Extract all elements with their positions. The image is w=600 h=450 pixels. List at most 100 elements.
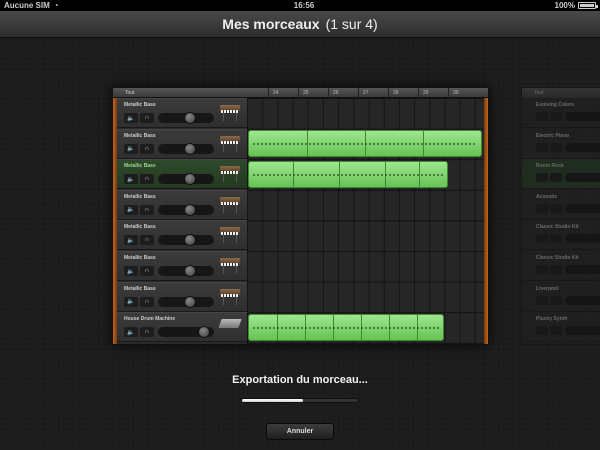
track-name: Classic Studio Kit [536,224,579,231]
track-header[interactable]: Metallic Bass 🔈 ∩ [117,251,247,281]
track-name: Plucky Synth [536,316,568,323]
track-header[interactable]: Metallic Bass 🔈 ∩ [117,159,247,190]
mute-button [536,112,548,121]
song-card[interactable]: Tout 24 25 26 27 28 29 30 Metallic Bass 🔈… [112,87,489,345]
export-progress-bar [241,398,359,403]
solo-headphones-button [550,326,562,336]
solo-headphones-button[interactable]: ∩ [140,113,154,123]
track-header[interactable]: Metallic Bass 🔈 ∩ [117,98,247,128]
solo-headphones-button[interactable]: ∩ [140,296,154,307]
track-name: Metallic Bass [124,132,156,139]
track-header: Evolving Colors [522,98,600,128]
track-name: Metallic Bass [124,193,156,200]
track-header: Roots Rock [522,159,600,190]
track-header: Electric Piano [522,129,600,159]
mute-button [536,234,548,244]
export-progress-fill [242,399,304,402]
keyboard-icon [220,166,240,183]
solo-headphones-button[interactable]: ∩ [140,143,154,154]
mute-button [536,203,548,213]
solo-headphones-button[interactable]: ∩ [140,266,154,276]
volume-knob[interactable] [184,173,196,186]
card-header: Tout 24 25 26 27 28 29 30 [113,88,488,98]
drum-region[interactable] [248,314,444,341]
solo-headphones-button[interactable]: ∩ [140,174,154,185]
track-header: Liverpool [522,282,600,312]
track-name: Metallic Bass [124,102,156,108]
volume-slider [565,234,600,244]
track-header: Classic Studio Kit [522,251,600,281]
track-name: Evolving Colors [536,102,575,108]
volume-knob[interactable] [184,234,196,247]
volume-slider [565,173,600,183]
volume-knob[interactable] [198,326,210,339]
solo-headphones-button[interactable]: ∩ [140,204,154,215]
audio-region[interactable] [248,130,482,157]
mute-button [536,326,548,336]
track-name: Metallic Bass [124,255,156,261]
audio-region[interactable] [248,161,448,188]
volume-slider [565,326,600,336]
keyboard-icon [220,135,240,152]
mute-button[interactable]: 🔈 [124,143,138,154]
volume-slider[interactable] [158,203,214,216]
bar-number: 24 [268,88,279,98]
timeline-grid[interactable] [247,98,484,344]
track-name: Roots Rock [536,163,564,170]
keyboard-icon [220,258,240,274]
volume-slider[interactable] [158,295,214,308]
mute-button[interactable]: 🔈 [124,266,138,276]
bar-number: 26 [328,88,339,98]
mute-button[interactable]: 🔈 [124,296,138,307]
mute-button[interactable]: 🔈 [124,204,138,215]
solo-headphones-button[interactable]: ∩ [140,235,154,246]
track-name: Electric Piano [536,132,570,139]
mute-button[interactable]: 🔈 [124,174,138,185]
volume-slider[interactable] [158,265,214,277]
mute-button [536,295,548,305]
solo-headphones-button [550,265,562,274]
volume-slider[interactable] [158,234,214,247]
volume-slider [565,142,600,152]
volume-slider[interactable] [158,326,214,339]
track-header[interactable]: House Drum Machine 🔈 ∩ [117,312,247,343]
volume-slider[interactable] [158,173,214,186]
bar-number: 27 [358,88,369,98]
track-header: Acoustic [522,190,600,220]
track-edge-right [484,98,488,344]
track-header[interactable]: Metallic Bass 🔈 ∩ [117,220,247,251]
solo-headphones-button [550,234,562,244]
page-title: Mes morceaux [222,16,320,32]
bar-number: 28 [388,88,399,98]
track-name: Metallic Bass [124,163,156,170]
track-header[interactable]: Metallic Bass 🔈 ∩ [117,189,247,220]
volume-slider[interactable] [158,112,214,124]
cancel-button[interactable]: Annuler [266,423,334,440]
track-header: Classic Studio Kit [522,220,600,251]
solo-headphones-button [550,295,562,305]
mute-button [536,173,548,183]
track-name: Metallic Bass [124,285,156,292]
bar-number: 29 [418,88,429,98]
solo-headphones-button[interactable]: ∩ [140,327,154,338]
volume-knob[interactable] [184,203,196,216]
volume-knob[interactable] [184,142,196,155]
volume-slider[interactable] [158,142,214,155]
volume-slider [565,295,600,305]
volume-knob[interactable] [184,265,196,277]
keyboard-icon [220,105,240,121]
mute-button[interactable]: 🔈 [124,113,138,123]
mute-button [536,265,548,274]
mute-button[interactable]: 🔈 [124,235,138,246]
mute-button[interactable]: 🔈 [124,327,138,338]
mute-button [536,142,548,152]
track-name: Liverpool [536,285,559,292]
battery-icon [578,2,598,9]
carrier-label: Aucune SIM [4,1,50,10]
track-header[interactable]: Metallic Bass 🔈 ∩ [117,281,247,312]
battery-percent: 100% [554,1,575,10]
volume-knob[interactable] [184,112,196,124]
volume-knob[interactable] [184,295,196,308]
track-header[interactable]: Metallic Bass 🔈 ∩ [117,128,247,159]
next-song-card[interactable]: Tout Evolving Colors Electric Piano Roots … [521,87,600,345]
